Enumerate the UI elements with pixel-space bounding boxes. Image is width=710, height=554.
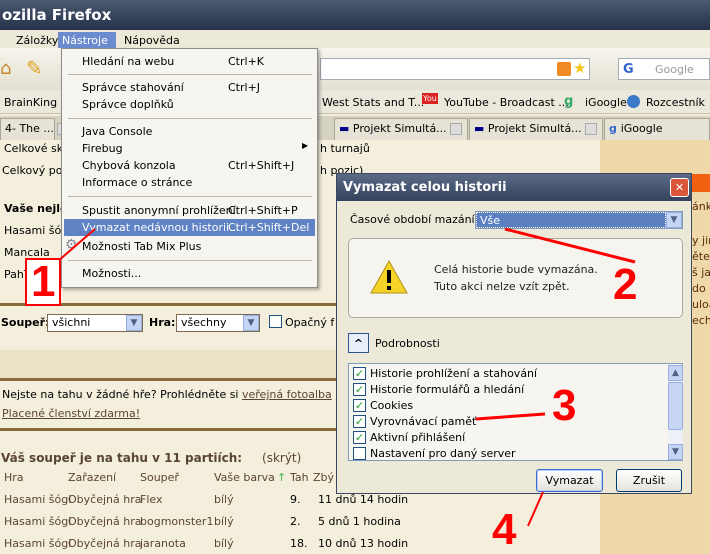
annotation-arrows [49,227,636,527]
arrow-3 [475,412,546,421]
annotation-2: 2 [613,260,638,309]
annotation-3: 3 [552,381,577,430]
arrow-2 [504,227,636,264]
annotation-4: 4 [492,505,517,554]
arrow-4 [527,491,544,527]
annotation-1: 1 [31,257,56,306]
